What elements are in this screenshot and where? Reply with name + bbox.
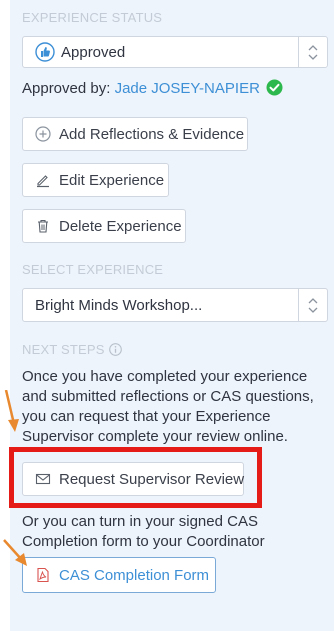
edit-experience-button[interactable]: Edit Experience: [22, 163, 169, 197]
or-text: Or you can turn in your signed CAS Compl…: [22, 513, 265, 550]
next-steps-label: NEXT STEPS: [22, 342, 105, 357]
cas-completion-form-button[interactable]: CAS Completion Form: [22, 557, 216, 593]
approver-link[interactable]: Jade JOSEY-NAPIER: [115, 80, 260, 97]
add-reflections-label: Add Reflections & Evidence: [59, 125, 245, 143]
plus-circle-icon: [35, 126, 51, 142]
request-supervisor-review-button[interactable]: Request Supervisor Review: [22, 462, 244, 496]
trash-icon: [35, 218, 51, 234]
status-select[interactable]: Approved: [22, 36, 328, 68]
info-icon[interactable]: [108, 343, 122, 356]
pencil-icon: [35, 172, 51, 188]
annotation-arrow-bottom: [3, 539, 27, 566]
check-circle-icon: [266, 79, 283, 102]
edit-experience-label: Edit Experience: [59, 171, 165, 189]
select-caret-icon: [298, 289, 327, 321]
select-experience-label: SELECT EXPERIENCE: [22, 262, 164, 277]
pdf-file-icon: [35, 567, 51, 583]
next-steps-heading: NEXT STEPS: [22, 342, 122, 357]
experience-select[interactable]: Bright Minds Workshop...: [22, 288, 328, 322]
annotation-arrow-top: [4, 390, 19, 432]
experience-select-value: Bright Minds Workshop...: [35, 296, 203, 314]
add-reflections-button[interactable]: Add Reflections & Evidence: [22, 117, 248, 151]
delete-experience-button[interactable]: Delete Experience: [22, 209, 186, 243]
thumbs-up-icon: [35, 42, 55, 62]
envelope-icon: [35, 471, 51, 487]
approved-by-line: Approved by: Jade JOSEY-NAPIER: [22, 79, 283, 102]
request-review-label: Request Supervisor Review: [59, 470, 245, 488]
next-steps-paragraph: Once you have completed your experience …: [22, 368, 314, 445]
status-value: Approved: [61, 43, 126, 61]
delete-experience-label: Delete Experience: [59, 217, 182, 235]
approved-by-label: Approved by:: [22, 80, 111, 97]
select-caret-icon: [298, 37, 327, 67]
experience-status-label: EXPERIENCE STATUS: [22, 10, 163, 25]
cas-form-label: CAS Completion Form: [59, 566, 210, 584]
